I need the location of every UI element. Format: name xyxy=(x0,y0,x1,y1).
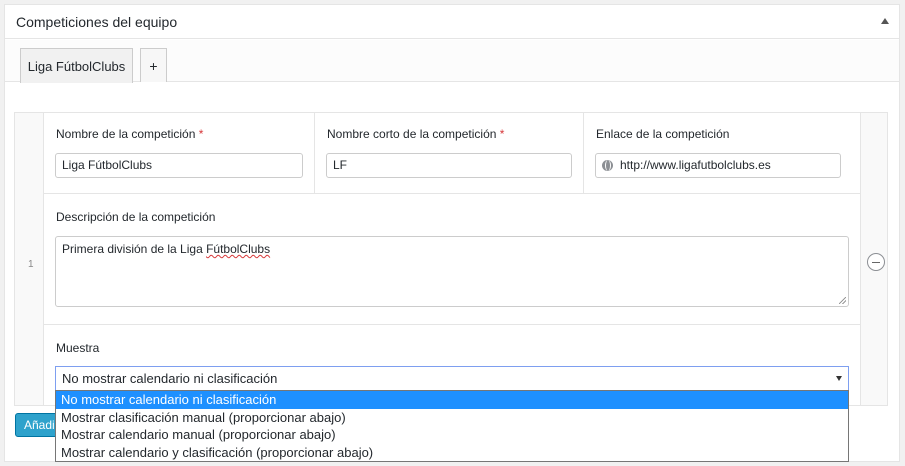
short-name-column: Nombre corto de la competición * LF xyxy=(314,113,583,194)
link-label: Enlace de la competición xyxy=(596,127,730,141)
short-name-label: Nombre corto de la competición * xyxy=(327,127,505,141)
muestra-dropdown-list: No mostrar calendario ni clasificación M… xyxy=(55,390,849,462)
fields-top-row: Nombre de la competición * Liga FútbolCl… xyxy=(44,113,860,194)
dropdown-option[interactable]: Mostrar calendario manual (proporcionar … xyxy=(56,426,848,444)
competition-link-input[interactable]: http://www.ligafutbolclubs.es xyxy=(595,153,841,178)
row-index: 1 xyxy=(28,259,34,270)
required-marker: * xyxy=(198,127,204,141)
dropdown-option[interactable]: No mostrar calendario ni clasificación xyxy=(56,391,848,409)
select-arrow-icon xyxy=(836,376,842,381)
name-label: Nombre de la competición * xyxy=(56,127,204,141)
muestra-label: Muestra xyxy=(56,341,100,355)
short-name-input[interactable]: LF xyxy=(326,153,572,178)
row-body: Nombre de la competición * Liga FútbolCl… xyxy=(43,113,861,405)
dropdown-option[interactable]: Mostrar calendario y clasificación (prop… xyxy=(56,444,848,462)
description-block: Descripción de la competición Primera di… xyxy=(44,195,860,325)
name-column: Nombre de la competición * Liga FútbolCl… xyxy=(44,113,314,194)
remove-row-icon[interactable] xyxy=(867,253,885,271)
muestra-select[interactable]: No mostrar calendario ni clasificación xyxy=(55,366,849,391)
tab-liga-futbolclubs[interactable]: Liga FútbolClubs xyxy=(20,48,133,83)
link-column: Enlace de la competición http://www.liga… xyxy=(583,113,862,194)
competition-row: 1 Nombre de la competición * Liga Fútbol… xyxy=(14,112,888,406)
collapse-arrow-icon[interactable] xyxy=(881,18,889,24)
description-textarea[interactable]: Primera división de la Liga FútbolClubs xyxy=(55,236,849,307)
competition-tabs: Liga FútbolClubs + xyxy=(5,40,899,83)
required-marker: * xyxy=(499,127,505,141)
panel-header[interactable]: Competiciones del equipo xyxy=(5,5,899,39)
panel-title: Competiciones del equipo xyxy=(16,14,178,30)
add-tab-button[interactable]: + xyxy=(140,48,167,82)
resize-grip-icon[interactable] xyxy=(839,297,846,304)
dropdown-option[interactable]: Mostrar clasificación manual (proporcion… xyxy=(56,409,848,427)
competition-name-input[interactable]: Liga FútbolClubs xyxy=(55,153,303,178)
description-label: Descripción de la competición xyxy=(56,210,216,224)
globe-icon xyxy=(602,160,613,171)
